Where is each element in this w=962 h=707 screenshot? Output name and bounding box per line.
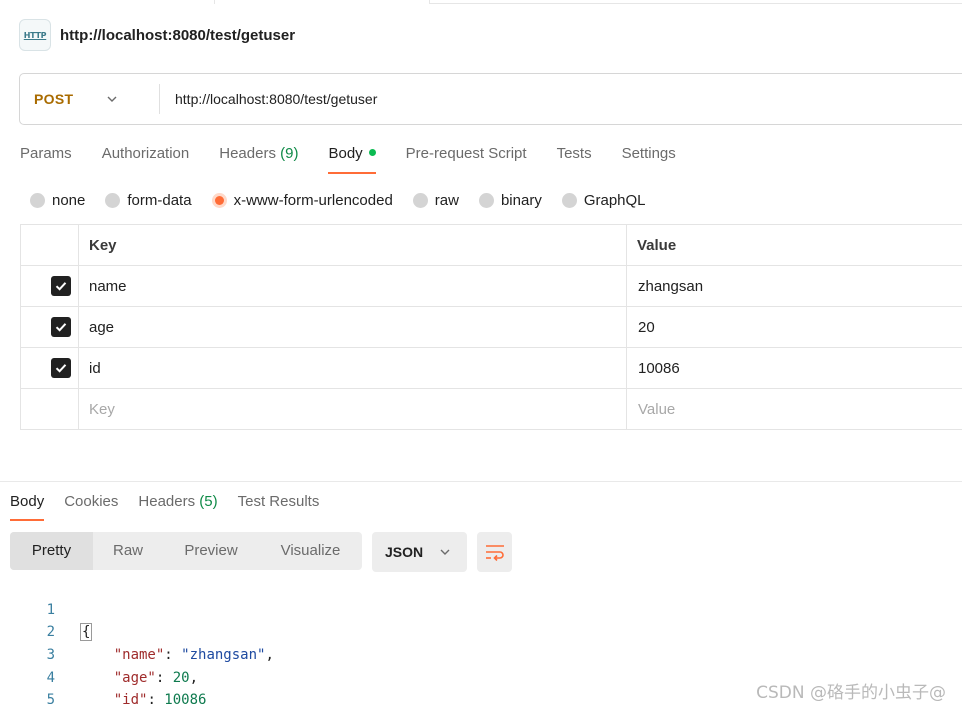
json-value: 10086 (164, 692, 207, 707)
response-headers-count: (5) (199, 493, 218, 510)
code-line: 1 { (0, 576, 93, 642)
wrap-lines-icon (485, 545, 504, 561)
json-key: "id" (113, 692, 148, 707)
active-dot-icon (368, 149, 376, 156)
response-tabs: Body Cookies Headers (5) Test Results (10, 490, 339, 522)
radio-button[interactable] (105, 192, 121, 208)
tab-tests[interactable]: Tests (557, 140, 592, 170)
request-tabs: Params Authorization Headers (9) Body Pr… (20, 140, 706, 176)
checkmark-icon (55, 323, 67, 332)
view-visualize-button[interactable]: Visualize (259, 532, 362, 570)
json-value: 20 (172, 669, 190, 686)
response-body-viewer[interactable]: 1 { 2 "name": "zhangsan", 3 "age": 20, 4… (0, 576, 274, 707)
headers-count: (9) (280, 145, 299, 162)
value-cell[interactable]: 20 (626, 306, 962, 348)
response-tab-test-results[interactable]: Test Results (238, 490, 320, 516)
view-pretty-button[interactable]: Pretty (10, 532, 93, 570)
checkmark-icon (55, 364, 67, 373)
key-column-header: Key (78, 224, 627, 266)
code-line: 2 "name": "zhangsan", (0, 599, 274, 663)
format-label: JSON (385, 544, 424, 560)
value-cell[interactable]: 10086 (626, 347, 962, 389)
table-header-row: Key Value (20, 224, 962, 266)
view-raw-button[interactable]: Raw (93, 532, 163, 570)
radio-button[interactable] (412, 192, 428, 208)
radio-button-selected[interactable] (211, 192, 227, 208)
table-row: name zhangsan (20, 265, 962, 307)
chevron-down-icon (107, 96, 117, 102)
value-placeholder[interactable]: Value (626, 388, 962, 430)
radio-none[interactable]: none (30, 192, 85, 209)
tab-headers[interactable]: Headers (9) (219, 140, 298, 170)
tab-pre-request-script[interactable]: Pre-request Script (406, 140, 527, 170)
row-checkbox[interactable] (51, 317, 71, 337)
request-tab-strip (0, 0, 962, 4)
view-mode-group: Pretty Raw Preview Visualize (10, 532, 362, 570)
radio-button[interactable] (30, 192, 45, 208)
tab-body[interactable]: Body (328, 140, 376, 174)
json-value: "zhangsan" (181, 647, 266, 664)
table-row: id 10086 (20, 347, 962, 389)
value-cell[interactable]: zhangsan (626, 265, 962, 307)
table-row-empty: Key Value (20, 388, 962, 430)
row-checkbox[interactable] (51, 358, 71, 378)
method-label: POST (34, 91, 74, 107)
tab-authorization[interactable]: Authorization (102, 140, 190, 170)
http-request-icon: HTTP (19, 19, 51, 51)
view-preview-button[interactable]: Preview (163, 532, 259, 570)
body-type-radios: none form-data x-www-form-urlencoded raw… (30, 189, 666, 211)
format-select[interactable]: JSON (372, 532, 467, 572)
wrap-lines-button[interactable] (477, 532, 512, 572)
response-tab-body[interactable]: Body (10, 490, 45, 521)
row-checkbox[interactable] (51, 276, 71, 296)
response-tab-headers[interactable]: Headers (5) (138, 490, 217, 516)
json-key: "age" (113, 669, 156, 686)
tab-params[interactable]: Params (20, 140, 72, 170)
url-input[interactable]: http://localhost:8080/test/getuser (175, 91, 377, 107)
key-cell[interactable]: name (78, 265, 627, 307)
key-cell[interactable]: id (78, 347, 627, 389)
line-number: 5 (46, 692, 55, 707)
radio-button[interactable] (478, 192, 494, 208)
table-row: age 20 (20, 306, 962, 348)
request-title[interactable]: http://localhost:8080/test/getuser (60, 27, 295, 44)
radio-x-www-form-urlencoded[interactable]: x-www-form-urlencoded (211, 192, 393, 209)
radio-graphql[interactable]: GraphQL (561, 192, 646, 209)
tab-settings[interactable]: Settings (622, 140, 676, 170)
radio-raw[interactable]: raw (412, 192, 459, 209)
params-table: Key Value name zhangsan age 20 id 10086 … (20, 224, 962, 430)
radio-button[interactable] (561, 192, 577, 208)
divider (0, 481, 962, 482)
method-select[interactable]: POST (20, 74, 159, 124)
watermark: CSDN @硌手的小虫子@ (756, 683, 946, 703)
json-key: "name" (113, 647, 165, 664)
value-column-header: Value (626, 224, 962, 266)
open-brace: { (80, 623, 93, 642)
request-header: HTTP http://localhost:8080/test/getuser (19, 18, 295, 52)
key-placeholder[interactable]: Key (78, 388, 627, 430)
url-bar: POST http://localhost:8080/test/getuser (19, 73, 962, 125)
radio-binary[interactable]: binary (478, 192, 542, 209)
code-line: 5 } (0, 667, 55, 707)
chevron-down-icon (440, 549, 450, 555)
response-tab-cookies[interactable]: Cookies (64, 490, 118, 516)
code-line: 3 "age": 20, (0, 621, 198, 686)
key-cell[interactable]: age (78, 306, 627, 348)
code-line: 4 "id": 10086 (0, 644, 207, 707)
checkmark-icon (55, 282, 67, 291)
radio-form-data[interactable]: form-data (105, 192, 192, 209)
active-request-tab[interactable] (214, 0, 430, 4)
